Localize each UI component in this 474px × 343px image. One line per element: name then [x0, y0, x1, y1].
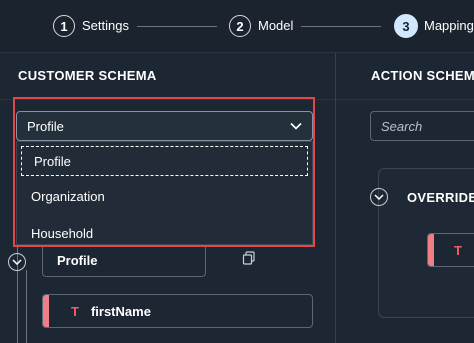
field-accent-bar	[428, 234, 434, 266]
overrides-label: OVERRIDES	[407, 190, 474, 205]
column-divider	[335, 53, 336, 343]
text-type-icon: T	[71, 303, 79, 319]
chevron-down-icon	[374, 194, 384, 200]
tree-node-label: Profile	[57, 252, 98, 268]
text-type-icon: T	[454, 242, 462, 258]
search-input[interactable]: Search	[370, 111, 474, 141]
action-schema-header: ACTION SCHEMA	[371, 68, 474, 83]
chevron-down-icon	[12, 259, 22, 265]
header-divider	[336, 99, 474, 100]
step-1-circle[interactable]: 1	[53, 15, 75, 37]
step-3-circle[interactable]: 3	[394, 14, 418, 38]
customer-schema-header: CUSTOMER SCHEMA	[18, 68, 157, 83]
copy-icon[interactable]	[242, 251, 256, 270]
collapse-toggle[interactable]	[8, 253, 26, 271]
action-field[interactable]: T	[427, 233, 474, 267]
step-2-circle[interactable]: 2	[229, 15, 251, 37]
step-3-label[interactable]: Mappings	[424, 18, 474, 33]
step-connector	[301, 26, 381, 27]
tree-line	[26, 270, 27, 343]
field-firstname[interactable]: T firstName	[42, 294, 313, 328]
step-2-label[interactable]: Model	[258, 18, 293, 33]
highlight-annotation	[13, 97, 315, 247]
step-1-label[interactable]: Settings	[82, 18, 129, 33]
collapse-toggle[interactable]	[370, 188, 388, 206]
field-label: firstName	[90, 303, 151, 319]
field-accent-bar	[43, 295, 49, 327]
step-connector	[137, 26, 217, 27]
